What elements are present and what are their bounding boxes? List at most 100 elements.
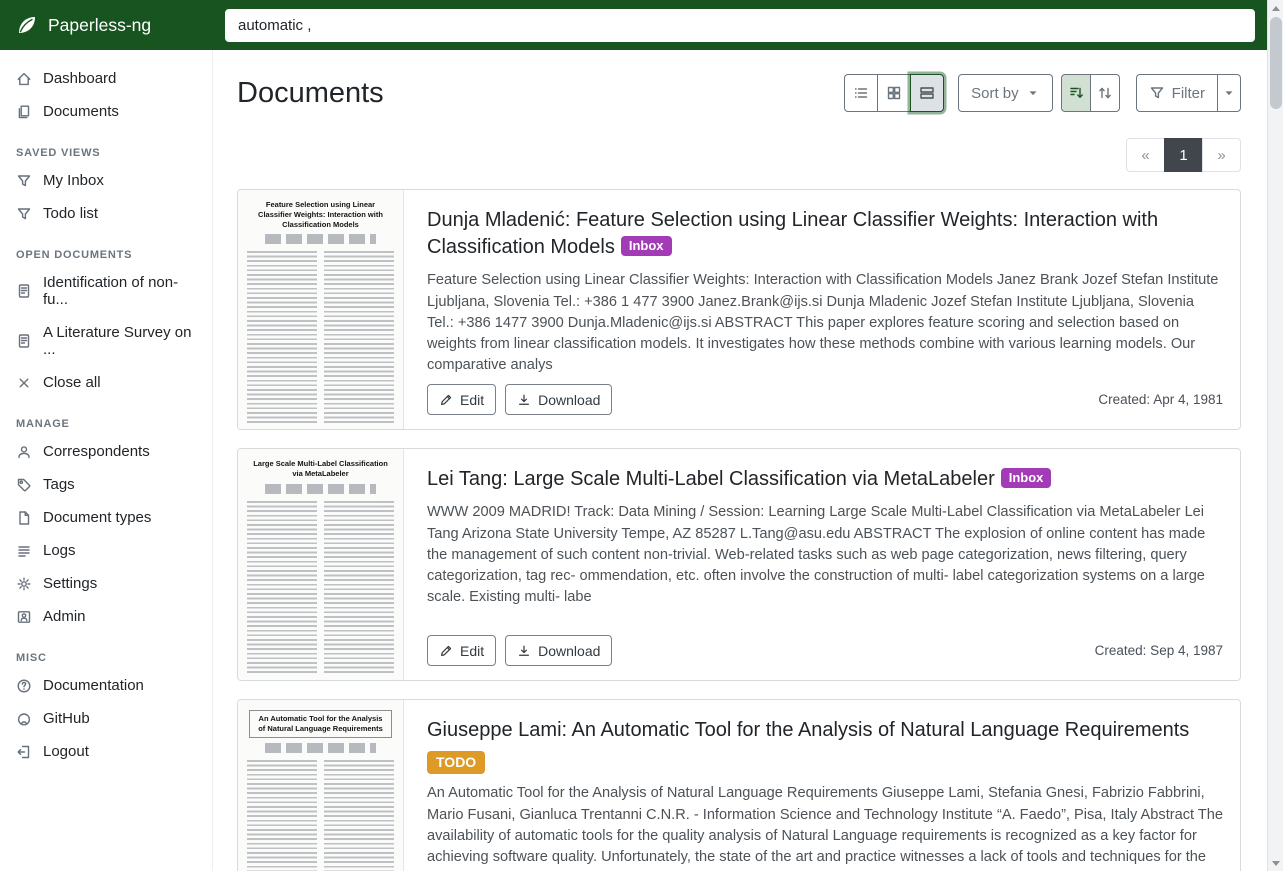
sort-alpha-icon	[1097, 85, 1113, 101]
edit-label: Edit	[460, 392, 484, 408]
download-icon	[517, 644, 531, 658]
sidebar-item-my-inbox[interactable]: My Inbox	[0, 164, 212, 197]
gear-icon	[16, 576, 32, 592]
file-icon	[16, 510, 32, 526]
edit-button[interactable]: Edit	[427, 384, 496, 415]
sidebar-item-label: Logout	[43, 743, 89, 760]
grid-view-icon	[886, 85, 902, 101]
top-navbar: Paperless-ng	[0, 0, 1283, 50]
sidebar-item-label: Documents	[43, 103, 119, 120]
view-toggle-group	[844, 74, 944, 112]
filter-label: Filter	[1172, 85, 1205, 102]
tag-badge[interactable]: Inbox	[621, 236, 672, 256]
sidebar-item-github[interactable]: GitHub	[0, 702, 212, 735]
brand-name: Paperless-ng	[48, 15, 151, 36]
download-button[interactable]: Download	[505, 635, 612, 666]
sidebar-item-label: A Literature Survey on ...	[43, 324, 196, 358]
sort-alphabetical-button[interactable]	[1090, 74, 1120, 112]
sort-by-dropdown[interactable]: Sort by	[958, 74, 1053, 112]
sidebar-section-open-documents: OPEN DOCUMENTS	[16, 249, 196, 261]
document-thumbnail[interactable]: Large Scale Multi-Label Classification v…	[238, 449, 404, 680]
document-card-footer: Edit Download Created: Apr 4, 1981	[427, 384, 1223, 415]
document-title: Dunja Mladenić: Feature Selection using …	[427, 207, 1223, 261]
sidebar-item-logs[interactable]: Logs	[0, 534, 212, 567]
pencil-icon	[439, 644, 453, 658]
tag-badge[interactable]: Inbox	[1001, 468, 1052, 488]
document-title: Lei Tang: Large Scale Multi-Label Classi…	[427, 466, 1223, 493]
view-grid-button[interactable]	[877, 74, 911, 112]
sidebar-item-document-types[interactable]: Document types	[0, 501, 212, 534]
sidebar-item-label: Dashboard	[43, 70, 116, 87]
download-button[interactable]: Download	[505, 384, 612, 415]
scrollbar-thumb[interactable]	[1270, 17, 1282, 109]
sidebar-section-misc: MISC	[16, 652, 196, 664]
thumbnail-page: Feature Selection using Linear Classifie…	[238, 190, 403, 429]
document-card-body: Lei Tang: Large Scale Multi-Label Classi…	[404, 449, 1240, 680]
document-thumbnail[interactable]: An Automatic Tool for the Analysis of Na…	[238, 700, 404, 871]
scrollbar-up-arrow[interactable]	[1268, 0, 1283, 16]
document-actions: Edit Download	[427, 635, 612, 666]
funnel-icon	[1149, 85, 1165, 101]
sidebar-item-label: Documentation	[43, 677, 144, 694]
sidebar-item-correspondents[interactable]: Correspondents	[0, 435, 212, 468]
thumbnail-page: Large Scale Multi-Label Classification v…	[238, 449, 403, 680]
thumbnail-byline	[265, 484, 376, 494]
sidebar-item-documents[interactable]: Documents	[0, 95, 212, 128]
global-search-input[interactable]	[225, 9, 1255, 42]
sidebar-item-admin[interactable]: Admin	[0, 600, 212, 633]
person-icon	[16, 444, 32, 460]
sidebar-item-dashboard[interactable]: Dashboard	[0, 62, 212, 95]
sidebar-item-open-document-1[interactable]: Identification of non-fu...	[0, 266, 212, 316]
page-header: Documents Sort by	[237, 74, 1241, 112]
sidebar-item-documentation[interactable]: Documentation	[0, 669, 212, 702]
vertical-scrollbar[interactable]	[1267, 0, 1283, 871]
filter-dropdown-toggle[interactable]	[1217, 74, 1241, 112]
logout-icon	[16, 744, 32, 760]
download-icon	[517, 393, 531, 407]
filter-button[interactable]: Filter	[1136, 74, 1218, 112]
sidebar-item-label: Identification of non-fu...	[43, 274, 196, 308]
sidebar-item-label: Document types	[43, 509, 151, 526]
sidebar-item-close-all[interactable]: Close all	[0, 366, 212, 399]
question-circle-icon	[16, 678, 32, 694]
sort-by-label: Sort by	[971, 85, 1019, 102]
sidebar-item-label: Logs	[43, 542, 76, 559]
pencil-icon	[439, 393, 453, 407]
sidebar-item-label: Admin	[43, 608, 86, 625]
sidebar-item-open-document-2[interactable]: A Literature Survey on ...	[0, 316, 212, 366]
sidebar-item-label: Close all	[43, 374, 101, 391]
view-list-button[interactable]	[844, 74, 878, 112]
edit-button[interactable]: Edit	[427, 635, 496, 666]
sort-direction-group	[1061, 74, 1120, 112]
document-title-link[interactable]: Giuseppe Lami: An Automatic Tool for the…	[427, 719, 1189, 741]
pagination: « 1 »	[237, 138, 1241, 172]
tag-badge[interactable]: TODO	[427, 751, 485, 774]
filter-group: Filter	[1136, 74, 1241, 112]
pagination-next-button[interactable]: »	[1202, 138, 1241, 172]
pagination-page-1-button[interactable]: 1	[1164, 138, 1203, 172]
sort-descending-button[interactable]	[1061, 74, 1091, 112]
document-title-link[interactable]: Lei Tang: Large Scale Multi-Label Classi…	[427, 468, 995, 490]
view-details-button[interactable]	[910, 74, 944, 112]
document-excerpt: Feature Selection using Linear Classifie…	[427, 270, 1223, 376]
document-thumbnail[interactable]: Feature Selection using Linear Classifie…	[238, 190, 404, 429]
sidebar-item-logout[interactable]: Logout	[0, 735, 212, 768]
document-excerpt: WWW 2009 MADRID! Track: Data Mining / Se…	[427, 502, 1223, 608]
document-card: Feature Selection using Linear Classifie…	[237, 189, 1241, 430]
document-excerpt: An Automatic Tool for the Analysis of Na…	[427, 783, 1223, 871]
sidebar-item-label: My Inbox	[43, 172, 104, 189]
sidebar-item-todo-list[interactable]: Todo list	[0, 197, 212, 230]
scrollbar-down-arrow[interactable]	[1268, 855, 1283, 871]
paperless-leaf-logo-icon	[15, 13, 39, 37]
app-brand-link[interactable]: Paperless-ng	[0, 0, 213, 50]
sidebar-item-settings[interactable]: Settings	[0, 567, 212, 600]
documents-toolbar: Sort by Filter	[844, 74, 1241, 112]
sidebar-item-label: Tags	[43, 476, 75, 493]
sidebar-item-tags[interactable]: Tags	[0, 468, 212, 501]
pagination-prev-button[interactable]: «	[1126, 138, 1165, 172]
document-title-link[interactable]: Dunja Mladenić: Feature Selection using …	[427, 209, 1158, 258]
sidebar-section-saved-views: SAVED VIEWS	[16, 147, 196, 159]
sidebar-item-label: Correspondents	[43, 443, 150, 460]
document-card-body: Dunja Mladenić: Feature Selection using …	[404, 190, 1240, 429]
close-icon	[16, 375, 32, 391]
